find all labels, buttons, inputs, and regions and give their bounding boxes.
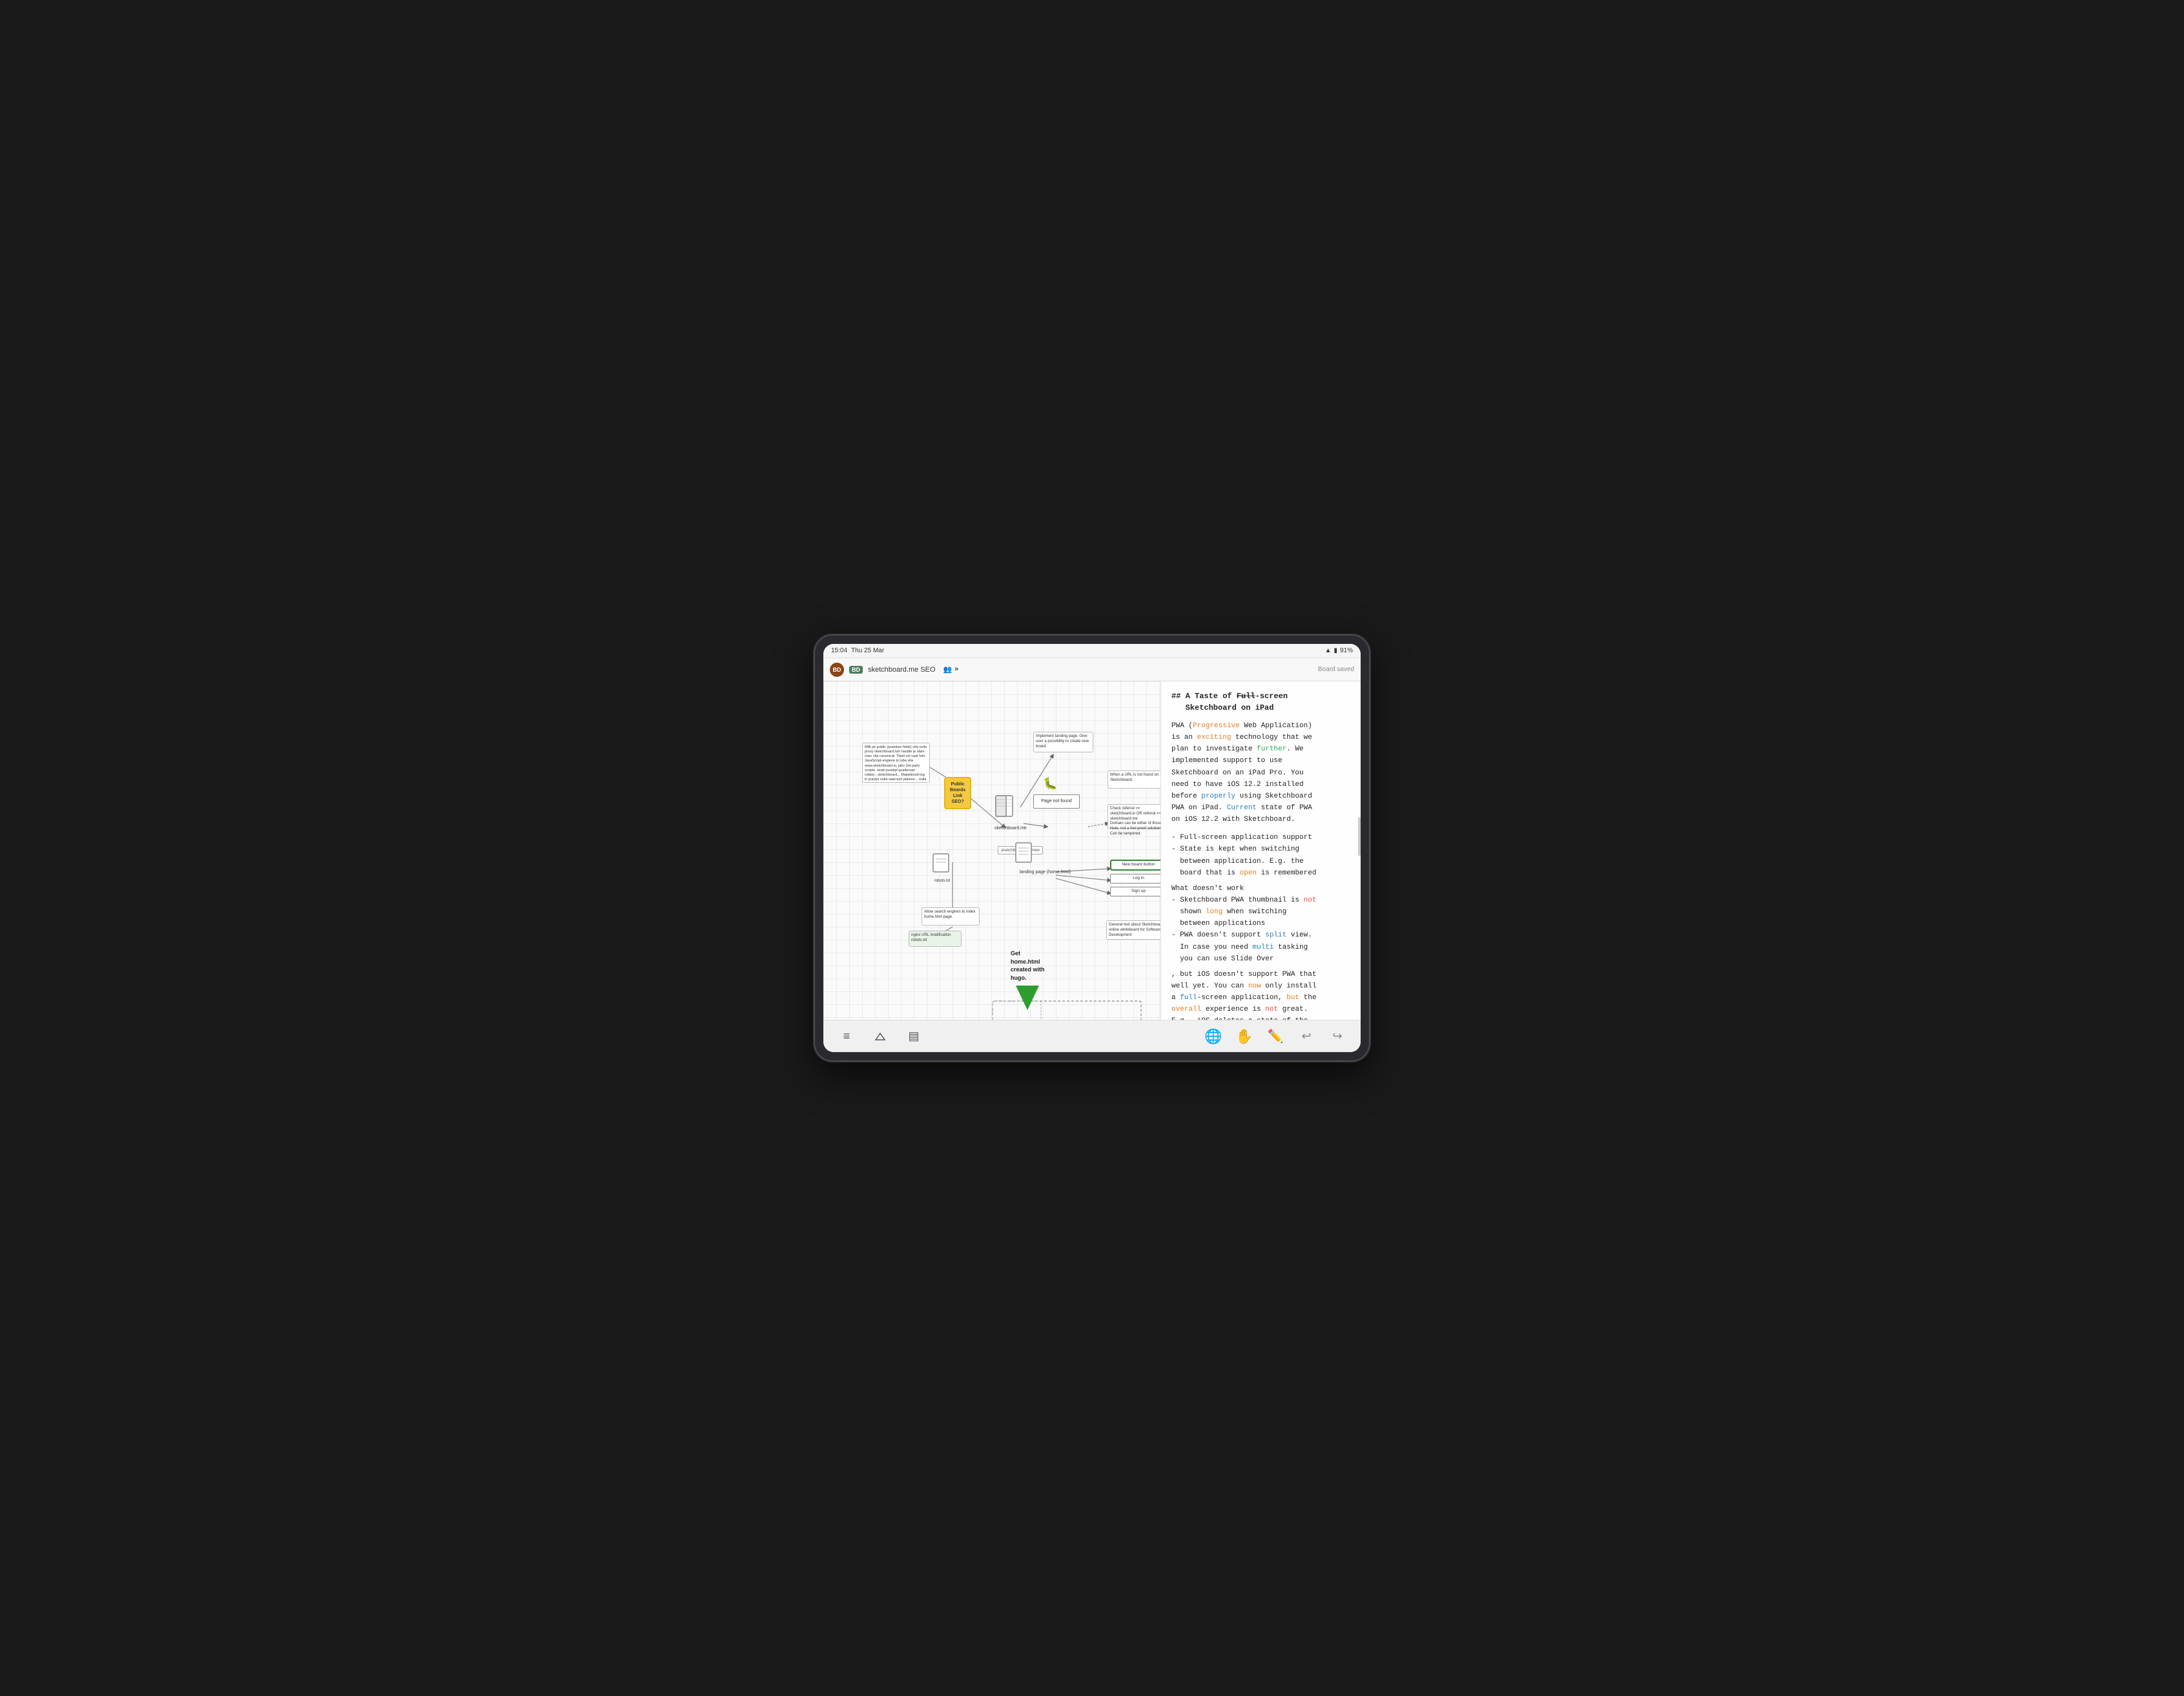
get-home-label: Gethome.htmlcreated withhugo. [1011, 949, 1045, 982]
right-panel-heading: ## A Taste of Full-screen Sketchboard on… [1171, 690, 1350, 714]
signup-text: Sign up [1131, 889, 1146, 894]
node-nginx-url: nginx URL modification robots.txt [909, 931, 962, 947]
node-text-block: Milli pe public (praetium felek) vita nu… [862, 743, 930, 783]
canvas-area[interactable]: Milli pe public (praetium felek) vita nu… [823, 681, 1160, 1020]
tool-redo-btn[interactable]: ↪ [1327, 1026, 1348, 1047]
full-word: full [1180, 994, 1197, 1002]
avatar-initials: BD [833, 667, 841, 673]
current-word: Current [1227, 804, 1257, 812]
not-great-word: not [1265, 1006, 1278, 1013]
avatar: BD [830, 663, 844, 677]
ipad-frame: 15:04 Thu 25 Mar ▲ ▮ 91% BD BD sketchboa… [814, 635, 1370, 1061]
node-login: Log in [1110, 874, 1160, 884]
but-word: but [1286, 994, 1299, 1002]
arrow-down-icon [1016, 986, 1039, 1010]
further-word: further [1257, 745, 1286, 753]
page-not-found-text: Page not found [1041, 798, 1072, 804]
bottom-toolbar: ≡ ▤ 🌐 ✋ ✏️ ↩ ↪ [823, 1020, 1361, 1052]
sketchboard-me-label: sketchboard.me [994, 826, 1027, 831]
now-word: now [1248, 982, 1261, 990]
para-list1: - Full-screen application support - Stat… [1171, 832, 1350, 879]
para2: , but iOS doesn't support PWA that well … [1171, 969, 1350, 1020]
node-allow-search: Allow search engines to index home.html … [922, 907, 980, 926]
board-title: sketchboard.me SEO [868, 666, 936, 674]
robots-doc-icon [932, 853, 953, 876]
node-check-referral: Check referral == sketchboard.io OR refe… [1107, 804, 1160, 829]
tool-doc-btn[interactable]: ▤ [903, 1026, 924, 1047]
robots-txt-node: robots.txt [932, 853, 953, 883]
status-bar: 15:04 Thu 25 Mar ▲ ▮ 91% [823, 644, 1361, 658]
pwa-word: Progressive [1193, 722, 1240, 730]
status-right: ▲ ▮ 91% [1325, 647, 1353, 654]
login-text: Log in [1133, 876, 1144, 881]
landing-page-label: landing page (home.html) [1015, 870, 1076, 874]
battery-pct: 91% [1340, 647, 1353, 654]
app-header: BD BD sketchboard.me SEO 👥 » Board saved [823, 658, 1361, 681]
tool-shape-btn[interactable] [870, 1026, 891, 1047]
properly-word: properly [1201, 792, 1235, 800]
long-word: long [1206, 908, 1222, 916]
open-word: open [1240, 869, 1257, 877]
overall-word: overall [1171, 1006, 1201, 1013]
multi-word: multi [1252, 944, 1273, 951]
tool-globe-btn[interactable]: 🌐 [1203, 1026, 1224, 1047]
node-public-boards: PublicBoardsLinkSEO? [944, 777, 971, 809]
split-word: split [1265, 931, 1286, 939]
landing-page-icon [1015, 842, 1035, 869]
strike-full: Full [1237, 692, 1255, 701]
node-signup: Sign up [1110, 887, 1160, 896]
main-content: Milli pe public (praetium felek) vita nu… [823, 681, 1361, 1020]
board-badge: BD [849, 666, 863, 674]
node-public-boards-text: PublicBoardsLinkSEO? [950, 782, 965, 804]
new-board-btn-text: New board button [1122, 862, 1155, 867]
tool-list-btn[interactable]: ≡ [836, 1026, 857, 1047]
tool-hand-btn[interactable]: ✋ [1234, 1026, 1255, 1047]
group-icon: 👥 [943, 665, 953, 674]
board-saved-text: Board saved [1318, 666, 1354, 673]
toolbar-left: ≡ ▤ [836, 1026, 924, 1047]
node-url-not-found: When a URL is not found on Sketchboard. [1107, 770, 1160, 789]
connections-svg [823, 681, 1160, 1020]
not-word: not [1304, 896, 1317, 904]
node-implement-landing: Implement landing page. Give user a poss… [1033, 732, 1093, 752]
header-icons: 👥 » [943, 665, 959, 674]
get-home-label-area: Gethome.htmlcreated withhugo. [1011, 949, 1045, 1010]
wifi-icon: ▲ [1325, 647, 1332, 654]
bug-icon: 🐛 [1043, 777, 1057, 791]
node-new-board-button: New board button [1110, 860, 1160, 871]
battery-icon: ▮ [1334, 647, 1337, 654]
exciting-word: exciting [1197, 734, 1231, 741]
landing-page-doc-icon [1015, 842, 1035, 866]
toolbar-right: 🌐 ✋ ✏️ ↩ ↪ [1203, 1026, 1348, 1047]
node-text-content: Milli pe public (praetium felek) vita nu… [865, 745, 927, 783]
page-icon [994, 794, 1017, 822]
ipad-screen: 15:04 Thu 25 Mar ▲ ▮ 91% BD BD sketchboa… [823, 644, 1361, 1052]
node-general-text: General text about Sketchboard online wh… [1106, 920, 1160, 940]
para-what-doesnt: What doesn't work - Sketchboard PWA thum… [1171, 883, 1350, 965]
node-page-not-found: Page not found [1033, 794, 1080, 809]
para1: PWA (Progressive Web Application) is an … [1171, 720, 1350, 825]
robots-txt-label: robots.txt [932, 879, 953, 883]
right-panel[interactable]: ## A Taste of Full-screen Sketchboard on… [1160, 681, 1361, 1020]
scroll-indicator [1358, 817, 1361, 856]
status-left: 15:04 Thu 25 Mar [831, 647, 884, 654]
time: 15:04 [831, 647, 847, 654]
tool-pen-btn[interactable]: ✏️ [1265, 1026, 1286, 1047]
more-icon[interactable]: » [954, 665, 958, 674]
page-icon-area: sketchboard.me [994, 794, 1027, 831]
tool-undo-btn[interactable]: ↩ [1296, 1026, 1317, 1047]
date: Thu 25 Mar [851, 647, 884, 654]
